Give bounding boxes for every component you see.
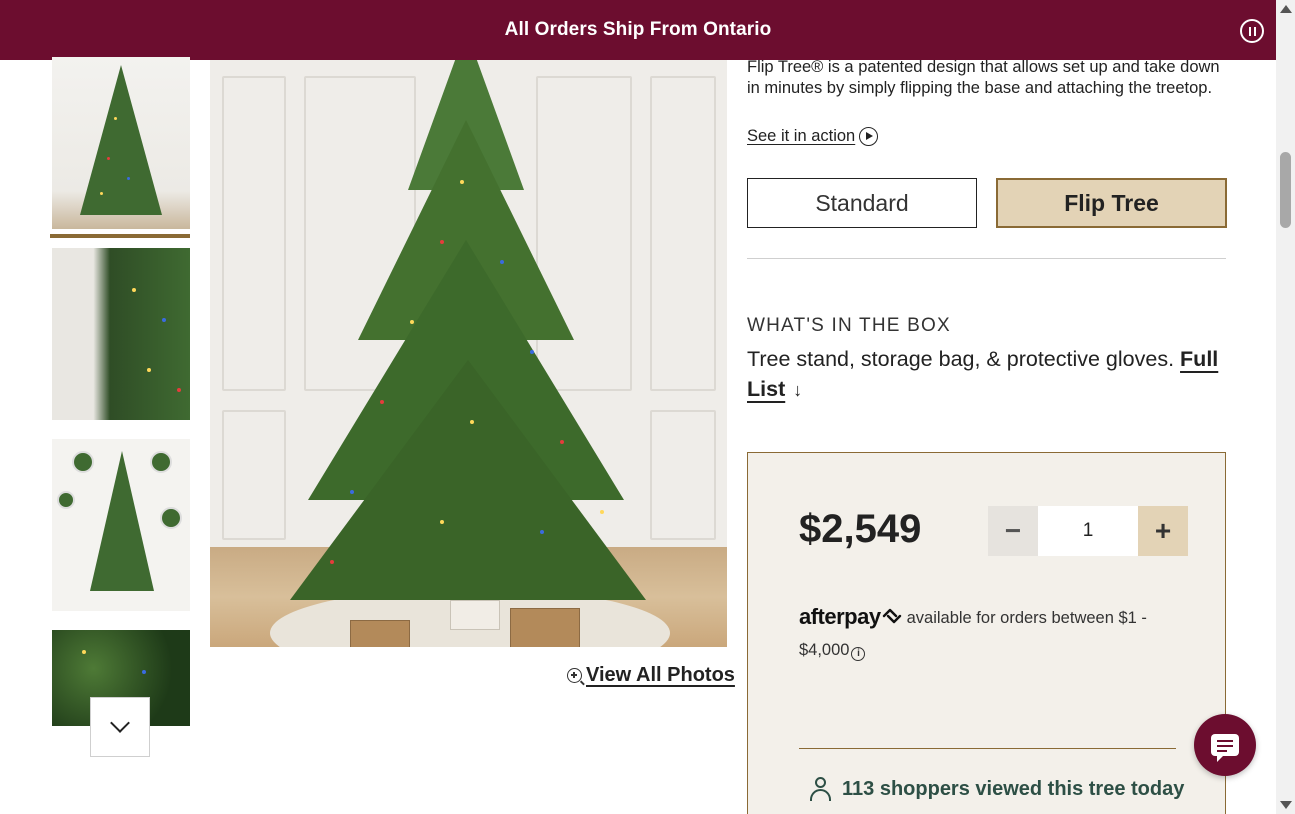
- person-icon: [808, 776, 834, 802]
- box-contents: Tree stand, storage bag, & protective gl…: [747, 347, 1175, 371]
- page-scrollbar[interactable]: [1276, 0, 1295, 814]
- quantity-stepper: − +: [988, 506, 1188, 556]
- quantity-increase-button[interactable]: +: [1138, 506, 1188, 556]
- product-page: All Orders Ship From Ontario View All Ph…: [0, 0, 1295, 814]
- whats-in-the-box-text: Tree stand, storage bag, & protective gl…: [747, 344, 1227, 405]
- info-icon[interactable]: i: [851, 647, 866, 661]
- whats-in-the-box-heading: WHAT'S IN THE BOX: [747, 315, 951, 336]
- thumbnail-active-indicator: [50, 234, 190, 238]
- chevron-down-icon: [110, 713, 130, 733]
- chat-icon: [1211, 734, 1239, 762]
- see-it-in-action-link[interactable]: See it in action: [747, 127, 879, 146]
- see-it-in-action-label: See it in action: [747, 127, 856, 145]
- scrollbar-thumb[interactable]: [1280, 152, 1291, 228]
- option-standard-button[interactable]: Standard: [747, 178, 977, 228]
- view-all-photos-link[interactable]: View All Photos: [567, 664, 735, 687]
- option-flip-tree-button[interactable]: Flip Tree: [996, 178, 1227, 228]
- pause-icon[interactable]: [1240, 19, 1264, 43]
- thumbnail-2[interactable]: [52, 248, 190, 420]
- purchase-divider: [799, 748, 1176, 749]
- announcement-text: All Orders Ship From Ontario: [504, 19, 772, 40]
- scroll-up-icon[interactable]: [1280, 5, 1292, 13]
- arrow-down-icon: ↓: [793, 380, 803, 400]
- price: $2,549: [799, 507, 922, 551]
- thumbnail-1[interactable]: [52, 57, 190, 229]
- viewers-text: 113 shoppers viewed this tree today: [842, 777, 1185, 800]
- zoom-in-icon: [567, 668, 585, 686]
- section-divider: [747, 258, 1226, 259]
- thumbnails-next-button[interactable]: [90, 697, 150, 757]
- afterpay-logo: afterpay: [799, 604, 881, 629]
- main-product-image[interactable]: [210, 60, 727, 647]
- thumbnail-3[interactable]: [52, 439, 190, 611]
- play-circle-icon: [859, 127, 879, 146]
- quantity-input[interactable]: [1038, 506, 1138, 556]
- quantity-decrease-button[interactable]: −: [988, 506, 1038, 556]
- scroll-down-icon[interactable]: [1280, 801, 1292, 809]
- viewers-notice: 113 shoppers viewed this tree today: [808, 776, 1184, 802]
- chat-button[interactable]: [1194, 714, 1256, 776]
- purchase-box: $2,549 − + afterpayavailable for orders …: [747, 452, 1226, 814]
- flip-tree-description: Flip Tree® is a patented design that all…: [747, 58, 1220, 97]
- view-all-photos-label: View All Photos: [586, 664, 735, 686]
- afterpay-info: afterpay available for orders between $1 …: [799, 601, 1189, 666]
- announcement-bar: All Orders Ship From Ontario: [0, 0, 1276, 60]
- afterpay-loop-icon: [882, 608, 901, 624]
